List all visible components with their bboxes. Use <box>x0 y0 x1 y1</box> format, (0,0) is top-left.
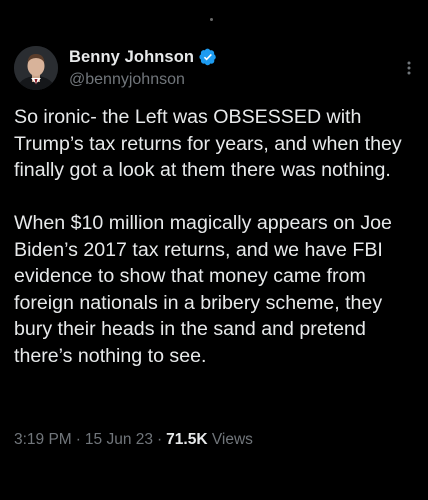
avatar[interactable] <box>14 46 58 90</box>
more-vertical-icon[interactable] <box>404 58 414 78</box>
display-name[interactable]: Benny Johnson <box>69 48 194 67</box>
display-name-row: Benny Johnson <box>69 47 217 67</box>
meta-separator: · <box>157 431 163 448</box>
tweet-paragraph-2: When $10 million magically appears on Jo… <box>14 212 392 367</box>
meta-separator: · <box>75 431 81 448</box>
tweet-header: Benny Johnson @bennyjohnson <box>14 40 416 96</box>
tweet-meta: 3:19 PM · 15 Jun 23 · 71.5K Views <box>14 431 253 449</box>
author-block: Benny Johnson @bennyjohnson <box>69 47 217 89</box>
verified-badge-icon <box>199 48 217 66</box>
views-label: Views <box>211 431 253 448</box>
tweet-body: So ironic- the Left was OBSESSED with Tr… <box>14 104 422 369</box>
tweet-date[interactable]: 15 Jun 23 <box>85 431 153 448</box>
tweet-paragraph-1: So ironic- the Left was OBSESSED with Tr… <box>14 106 402 181</box>
views-count: 71.5K <box>166 431 208 448</box>
top-indicator-dot <box>210 18 213 21</box>
tweet-time[interactable]: 3:19 PM <box>14 431 72 448</box>
handle[interactable]: @bennyjohnson <box>69 71 217 89</box>
